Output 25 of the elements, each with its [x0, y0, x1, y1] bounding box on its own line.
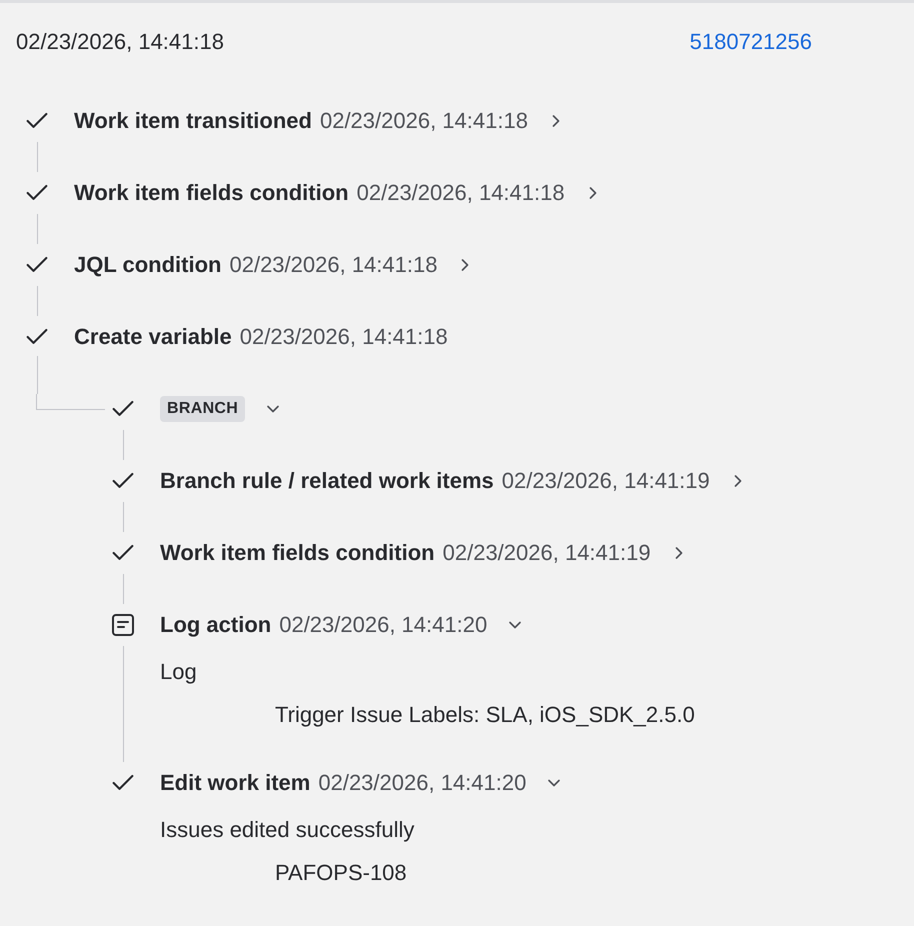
detail-value: Trigger Issue Labels: SLA, iOS_SDK_2.5.0: [275, 701, 696, 729]
step-time: 02/23/2026, 14:41:20: [279, 612, 488, 638]
connector-line: [36, 394, 105, 410]
branch-tag: BRANCH: [160, 396, 246, 422]
detail-value: PAFOPS-108: [275, 859, 408, 887]
detail-heading: Issues edited successfully: [160, 816, 416, 844]
step-time: 02/23/2026, 14:41:18: [229, 252, 438, 278]
run-timestamp: 02/23/2026, 14:41:18: [16, 29, 224, 55]
step-title: Work item fields condition: [160, 540, 435, 566]
step-title: Work item transitioned: [74, 108, 312, 134]
note-icon: [111, 613, 135, 637]
step-time: 02/23/2026, 14:41:18: [240, 324, 448, 350]
step-title: Log action: [160, 612, 272, 638]
step-time: 02/23/2026, 14:41:19: [442, 540, 651, 566]
step-time: 02/23/2026, 14:41:20: [318, 770, 526, 796]
detail-heading: Log: [160, 658, 198, 686]
step-time: 02/23/2026, 14:41:19: [502, 468, 710, 494]
step-title: Create variable: [74, 324, 232, 350]
step-title: Work item fields condition: [74, 180, 349, 206]
step-title: Branch rule / related work items: [160, 468, 494, 494]
step-title: Edit work item: [160, 770, 310, 796]
step-time: 02/23/2026, 14:41:18: [356, 180, 565, 206]
run-id-link[interactable]: 5180721256: [690, 29, 812, 55]
step-time: 02/23/2026, 14:41:18: [320, 108, 528, 134]
step-title: JQL condition: [74, 252, 222, 278]
